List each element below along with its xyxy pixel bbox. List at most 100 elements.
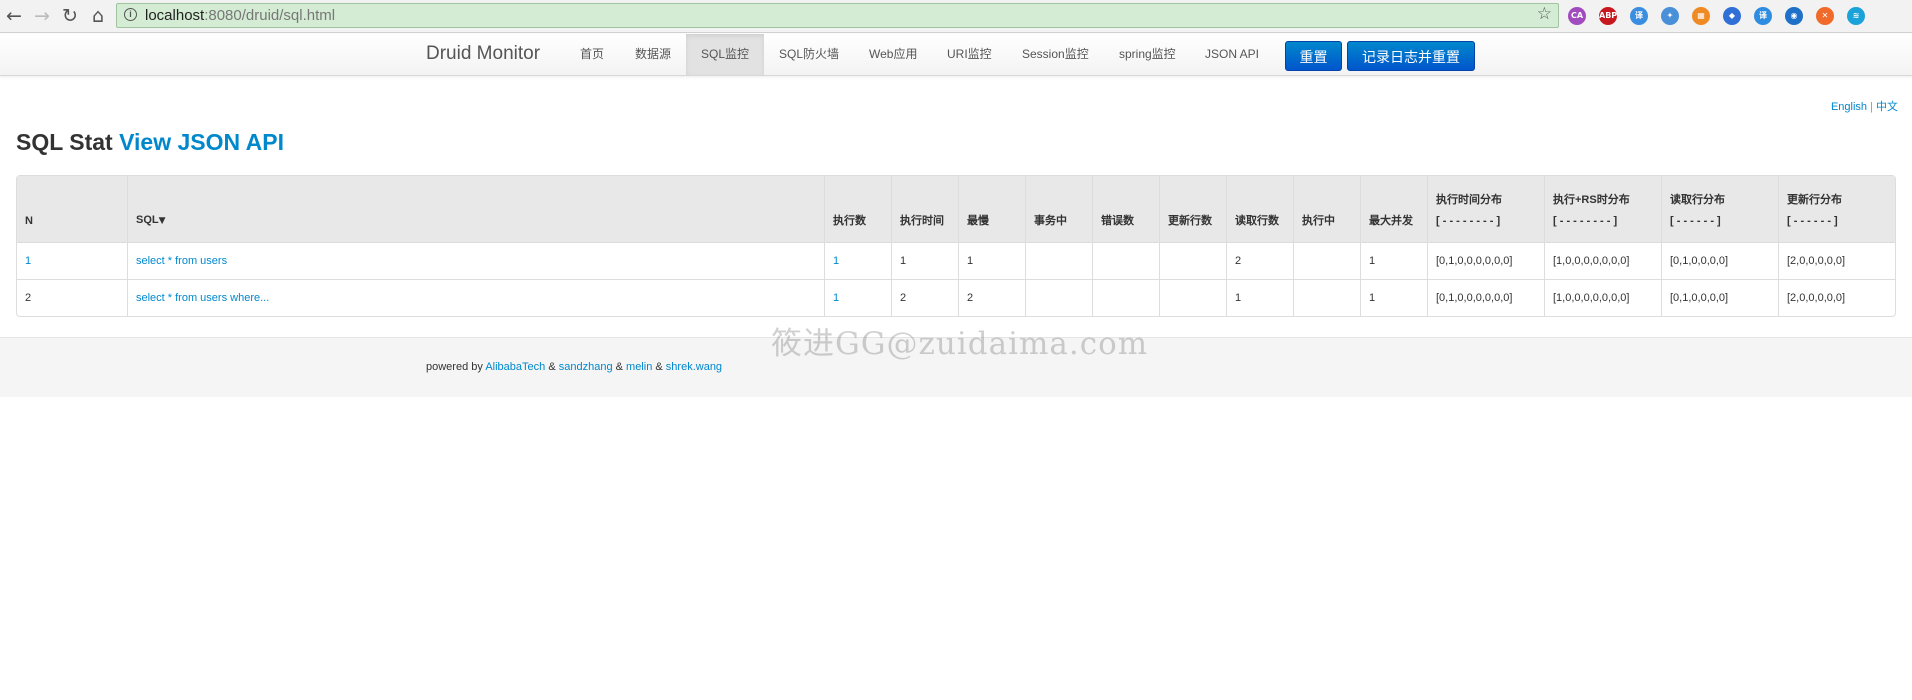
cell-sql-link[interactable]: select * from users where... bbox=[127, 279, 824, 316]
cell-exec-count: 1 bbox=[824, 242, 891, 279]
cell-n: 2 bbox=[17, 279, 127, 316]
translate-ext-icon[interactable]: CA bbox=[1568, 7, 1586, 25]
col-header-exec-hist[interactable]: 执行时间分布 [ - - - - - - - - ] bbox=[1427, 176, 1544, 242]
cell-exec-rs-hist: [1,0,0,0,0,0,0,0] bbox=[1544, 242, 1661, 279]
col-header-update-hist-label: 更新行分布 bbox=[1787, 194, 1842, 206]
col-header-exec-time[interactable]: 执行时间 bbox=[891, 176, 958, 242]
sort-desc-icon: ▼ bbox=[158, 216, 166, 226]
col-header-fetch-hist[interactable]: 读取行分布 [ - - - - - - ] bbox=[1661, 176, 1778, 242]
shield-ext-icon[interactable]: ◆ bbox=[1723, 7, 1741, 25]
nav-item-uri-monitor[interactable]: URI监控 bbox=[932, 34, 1007, 75]
footer-amp: & bbox=[655, 361, 663, 373]
col-header-running[interactable]: 执行中 bbox=[1293, 176, 1360, 242]
url-host: localhost bbox=[145, 7, 205, 24]
cell-exec-hist: [0,1,0,0,0,0,0,0] bbox=[1427, 242, 1544, 279]
nav-item-home[interactable]: 首页 bbox=[565, 34, 619, 75]
watermark-text: 筱进GG@zuidaima.com bbox=[771, 326, 1149, 362]
cell-max-concurrent: 1 bbox=[1360, 242, 1427, 279]
cell-running bbox=[1293, 242, 1360, 279]
nav-item-datasource[interactable]: 数据源 bbox=[620, 34, 686, 75]
col-header-n[interactable]: N bbox=[17, 176, 127, 242]
col-header-exec-hist-sub: [ - - - - - - - - ] bbox=[1436, 215, 1501, 227]
cell-exec-count: 1 bbox=[824, 279, 891, 316]
nav-item-json-api[interactable]: JSON API bbox=[1190, 34, 1274, 75]
col-header-max-concurrent[interactable]: 最大并发 bbox=[1360, 176, 1427, 242]
close-ext-icon[interactable]: ✕ bbox=[1816, 7, 1834, 25]
lang-chinese-link[interactable]: 中文 bbox=[1876, 101, 1898, 113]
cell-exec-time: 2 bbox=[891, 279, 958, 316]
table-header-row: N SQL▼ 执行数 执行时间 最慢 事务中 错误数 更新行数 读取行数 执行中… bbox=[17, 176, 1895, 242]
address-bar[interactable]: i localhost:8080/druid/sql.html ☆ bbox=[116, 3, 1559, 28]
cell-exec-hist: [0,1,0,0,0,0,0,0] bbox=[1427, 279, 1544, 316]
nav-item-session-monitor[interactable]: Session监控 bbox=[1007, 34, 1104, 75]
col-header-update-hist[interactable]: 更新行分布 [ - - - - - - ] bbox=[1778, 176, 1895, 242]
lang-english-link[interactable]: English bbox=[1831, 101, 1867, 113]
footer-prefix: powered by bbox=[426, 361, 483, 373]
col-header-fetch-hist-label: 读取行分布 bbox=[1670, 194, 1725, 206]
nav-item-sql-firewall[interactable]: SQL防火墙 bbox=[764, 34, 854, 75]
cell-errors bbox=[1092, 242, 1159, 279]
bookmark-star-icon[interactable]: ☆ bbox=[1537, 4, 1552, 24]
footer-link-alibabatech[interactable]: AlibabaTech bbox=[485, 361, 545, 373]
cell-slowest: 1 bbox=[958, 242, 1025, 279]
info-icon[interactable]: i bbox=[124, 8, 137, 21]
translator-ext-icon[interactable]: 译 bbox=[1630, 7, 1648, 25]
cell-max-concurrent: 1 bbox=[1360, 279, 1427, 316]
cell-slowest: 2 bbox=[958, 279, 1025, 316]
nav-item-sql-monitor[interactable]: SQL监控 bbox=[686, 34, 764, 75]
page-title: SQL Stat View JSON API bbox=[16, 129, 284, 156]
language-switcher: English | 中文 bbox=[1831, 98, 1898, 114]
footer-link-shrek-wang[interactable]: shrek.wang bbox=[666, 361, 722, 373]
url-text[interactable]: localhost:8080/druid/sql.html bbox=[145, 7, 335, 24]
reset-button[interactable]: 重置 bbox=[1285, 41, 1342, 71]
cell-sql-link[interactable]: select * from users bbox=[127, 242, 824, 279]
col-header-slowest[interactable]: 最慢 bbox=[958, 176, 1025, 242]
footer-amp: & bbox=[548, 361, 556, 373]
cell-update-rows bbox=[1159, 279, 1226, 316]
col-header-errors[interactable]: 错误数 bbox=[1092, 176, 1159, 242]
log-and-reset-button[interactable]: 记录日志并重置 bbox=[1347, 41, 1475, 71]
col-header-sql[interactable]: SQL▼ bbox=[127, 176, 824, 242]
footer-amp: & bbox=[615, 361, 623, 373]
col-header-update-hist-sub: [ - - - - - - ] bbox=[1787, 215, 1838, 227]
calculator-ext-icon[interactable]: ▦ bbox=[1692, 7, 1710, 25]
cell-fetch-hist: [0,1,0,0,0,0] bbox=[1661, 242, 1778, 279]
back-icon[interactable]: ← bbox=[2, 4, 26, 28]
home-icon[interactable]: ⌂ bbox=[86, 4, 110, 28]
col-header-in-txn[interactable]: 事务中 bbox=[1025, 176, 1092, 242]
col-header-exec-count[interactable]: 执行数 bbox=[824, 176, 891, 242]
cell-update-hist: [2,0,0,0,0,0] bbox=[1778, 279, 1895, 316]
cell-in-txn bbox=[1025, 279, 1092, 316]
forward-icon[interactable]: → bbox=[30, 4, 54, 28]
col-header-exec-hist-label: 执行时间分布 bbox=[1436, 194, 1502, 206]
cell-running bbox=[1293, 279, 1360, 316]
cell-exec-time: 1 bbox=[891, 242, 958, 279]
col-header-exec-rs-hist-sub: [ - - - - - - - - ] bbox=[1553, 215, 1618, 227]
footer-link-sandzhang[interactable]: sandzhang bbox=[559, 361, 613, 373]
footer-link-melin[interactable]: melin bbox=[626, 361, 652, 373]
nav-item-spring-monitor[interactable]: spring监控 bbox=[1104, 34, 1191, 75]
footer-credits: powered by AlibabaTech & sandzhang & mel… bbox=[426, 361, 722, 373]
cell-fetch-hist: [0,1,0,0,0,0] bbox=[1661, 279, 1778, 316]
col-header-fetch-rows[interactable]: 读取行数 bbox=[1226, 176, 1293, 242]
dictionary-ext-icon[interactable]: 译 bbox=[1754, 7, 1772, 25]
cell-fetch-rows: 1 bbox=[1226, 279, 1293, 316]
adblock-plus-icon[interactable]: ABP bbox=[1599, 7, 1617, 25]
chat-ext-icon[interactable]: ◉ bbox=[1785, 7, 1803, 25]
nav-item-web-app[interactable]: Web应用 bbox=[854, 34, 932, 75]
cell-in-txn bbox=[1025, 242, 1092, 279]
table-row: 1 select * from users 1 1 1 2 1 [0,1,0,0… bbox=[17, 242, 1895, 279]
view-json-api-link[interactable]: View JSON API bbox=[119, 129, 284, 155]
col-header-sql-label: SQL bbox=[136, 214, 159, 226]
col-header-exec-rs-hist-label: 执行+RS时分布 bbox=[1553, 194, 1630, 206]
puzzle-ext-icon[interactable]: ✦ bbox=[1661, 7, 1679, 25]
brand-title[interactable]: Druid Monitor bbox=[426, 43, 540, 65]
col-header-update-rows[interactable]: 更新行数 bbox=[1159, 176, 1226, 242]
cell-n[interactable]: 1 bbox=[17, 242, 127, 279]
wifi-ext-icon[interactable]: ≋ bbox=[1847, 7, 1865, 25]
lang-separator: | bbox=[1870, 101, 1873, 113]
col-header-exec-rs-hist[interactable]: 执行+RS时分布 [ - - - - - - - - ] bbox=[1544, 176, 1661, 242]
cell-fetch-rows: 2 bbox=[1226, 242, 1293, 279]
browser-toolbar: ← → ↻ ⌂ i localhost:8080/druid/sql.html … bbox=[0, 0, 1912, 33]
reload-icon[interactable]: ↻ bbox=[58, 4, 82, 28]
